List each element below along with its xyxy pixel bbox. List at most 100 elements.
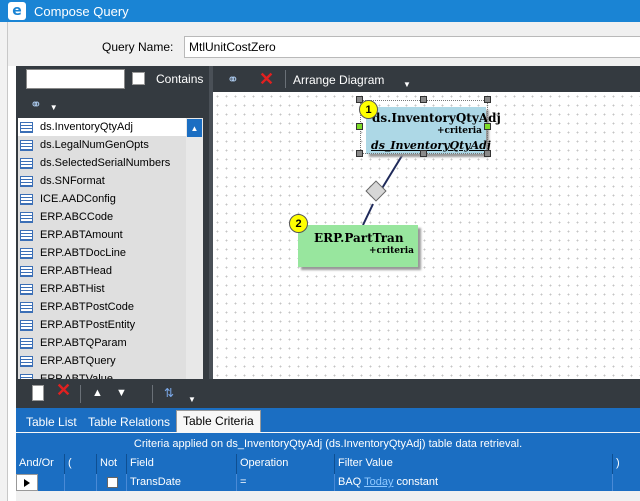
background-window-strip: [0, 22, 8, 501]
list-item-label: ds.SNFormat: [40, 175, 105, 187]
field-cell[interactable]: TransDate: [126, 474, 236, 491]
column-header[interactable]: Field: [126, 454, 236, 474]
new-document-icon[interactable]: [32, 385, 44, 401]
close-paren-cell[interactable]: [612, 474, 640, 491]
list-item[interactable]: ERP.ABCCode: [18, 208, 203, 226]
filter-value-cell[interactable]: BAQ Today constant: [334, 474, 612, 491]
table-icon: [20, 193, 33, 205]
table-icon: [20, 175, 33, 187]
list-item-label: ds.LegalNumGenOpts: [40, 139, 149, 151]
table-icon: [20, 139, 33, 151]
list-item[interactable]: ERP.ABTQParam: [18, 334, 203, 352]
query-name-row: Query Name:: [8, 22, 640, 66]
column-header[interactable]: Operation: [236, 454, 334, 474]
arrange-diagram-button[interactable]: Arrange Diagram: [293, 73, 384, 87]
node-title: ERP.PartTran: [314, 231, 404, 245]
table-icon: [20, 247, 33, 259]
scroll-up-button[interactable]: ▲: [187, 119, 202, 137]
chevron-down-icon: ▼: [49, 103, 58, 112]
criteria-toolbar: ✕ ▲ ▼ ⇅ ▼: [16, 379, 640, 408]
table-node-parttran[interactable]: ERP.PartTran +criteria: [298, 225, 418, 267]
selection-frame: [360, 100, 488, 154]
toolbar-separator: [152, 385, 153, 403]
list-item[interactable]: ERP.ABTAmount: [18, 226, 203, 244]
link-icon: ⚭: [30, 96, 42, 112]
resize-handle[interactable]: [356, 123, 363, 130]
query-diagram-canvas[interactable]: ds.InventoryQtyAdj +criteria ds_Inventor…: [213, 92, 640, 379]
table-icon: [20, 121, 33, 133]
table-list-scrollbar[interactable]: ▲: [186, 118, 203, 379]
resize-handle[interactable]: [484, 123, 491, 130]
filter-prefix: BAQ: [338, 476, 362, 488]
list-item[interactable]: ICE.AADConfig: [18, 190, 203, 208]
resize-handle[interactable]: [484, 96, 491, 103]
resize-handle[interactable]: [484, 150, 491, 157]
column-header[interactable]: Not: [96, 454, 126, 474]
table-icon: [20, 229, 33, 241]
list-item[interactable]: ERP.ABTHead: [18, 262, 203, 280]
link-icon[interactable]: ⚭: [227, 71, 239, 88]
list-item-label: ICE.AADConfig: [40, 193, 116, 205]
grid-empty-area: [16, 491, 640, 501]
open-paren-cell[interactable]: [64, 474, 96, 491]
diagram-toolbar: ⚭ ✕ Arrange Diagram ▼: [213, 66, 640, 92]
list-item-label: ds.SelectedSerialNumbers: [40, 157, 171, 169]
today-link[interactable]: Today: [364, 476, 393, 488]
tab-table-list[interactable]: Table List: [20, 412, 83, 432]
list-item-label: ERP.ABTDocLine: [40, 247, 127, 259]
move-down-icon[interactable]: ▼: [116, 385, 127, 401]
table-search-panel: Contains ⚭ ▼ ds.InventoryQtyAdj ds.LegalN…: [16, 66, 209, 379]
table-icon: [20, 211, 33, 223]
column-header[interactable]: ): [612, 454, 640, 474]
list-item-label: ERP.ABTPostCode: [40, 301, 134, 313]
list-item[interactable]: ERP.ABTPostEntity: [18, 316, 203, 334]
list-item[interactable]: ERP.ABTQuery: [18, 352, 203, 370]
criteria-grid-header: And/Or ( Not Field Operation Filter Valu…: [16, 454, 640, 474]
filter-suffix: constant: [396, 476, 439, 488]
move-up-icon[interactable]: ▲: [92, 385, 103, 401]
delete-icon[interactable]: ✕: [259, 69, 274, 89]
list-item-label: ERP.ABCCode: [40, 211, 114, 223]
operation-cell[interactable]: =: [236, 474, 334, 491]
chevron-down-icon[interactable]: ▼: [403, 80, 411, 89]
query-name-input[interactable]: [184, 36, 640, 58]
list-item-label: ERP.ABTHead: [40, 265, 112, 277]
not-checkbox[interactable]: [107, 477, 118, 488]
list-item[interactable]: ERP.ABTValue: [18, 370, 203, 379]
table-row[interactable]: TransDate = BAQ Today constant: [16, 474, 640, 491]
tab-table-criteria[interactable]: Table Criteria: [176, 410, 261, 432]
list-item-label: ERP.ABTPostEntity: [40, 319, 136, 331]
list-item[interactable]: ds.SelectedSerialNumbers: [18, 154, 203, 172]
table-icon: [20, 319, 33, 331]
and-or-cell[interactable]: [38, 474, 64, 491]
table-search-input[interactable]: [26, 69, 125, 89]
tab-table-relations[interactable]: Table Relations: [82, 412, 176, 432]
relation-diamond-icon[interactable]: [365, 180, 387, 202]
list-item[interactable]: ERP.ABTDocLine: [18, 244, 203, 262]
sort-icon[interactable]: ⇅: [164, 385, 174, 401]
column-header[interactable]: And/Or: [16, 454, 64, 474]
node-number-badge: 2: [289, 214, 308, 233]
resize-handle[interactable]: [420, 96, 427, 103]
list-item[interactable]: ds.LegalNumGenOpts: [18, 136, 203, 154]
row-selector-icon[interactable]: [16, 474, 38, 491]
table-icon: [20, 283, 33, 295]
toolbar-separator: [285, 70, 286, 88]
list-item[interactable]: ds.SNFormat: [18, 172, 203, 190]
list-item-label: ERP.ABTAmount: [40, 229, 123, 241]
link-tool-button[interactable]: ⚭ ▼: [30, 96, 58, 113]
node-criteria[interactable]: +criteria: [369, 246, 414, 256]
list-item[interactable]: ERP.ABTPostCode: [18, 298, 203, 316]
list-item[interactable]: ds.InventoryQtyAdj: [18, 118, 203, 136]
delete-icon[interactable]: ✕: [56, 381, 71, 399]
resize-handle[interactable]: [420, 150, 427, 157]
column-header[interactable]: Filter Value: [334, 454, 612, 474]
chevron-down-icon[interactable]: ▼: [188, 392, 196, 408]
window-title: Compose Query: [34, 3, 129, 19]
list-item[interactable]: ERP.ABTHist: [18, 280, 203, 298]
resize-handle[interactable]: [356, 150, 363, 157]
column-header[interactable]: (: [64, 454, 96, 474]
node-number-badge: 1: [359, 100, 378, 119]
toolbar-separator: [80, 385, 81, 403]
contains-checkbox[interactable]: [132, 72, 145, 85]
